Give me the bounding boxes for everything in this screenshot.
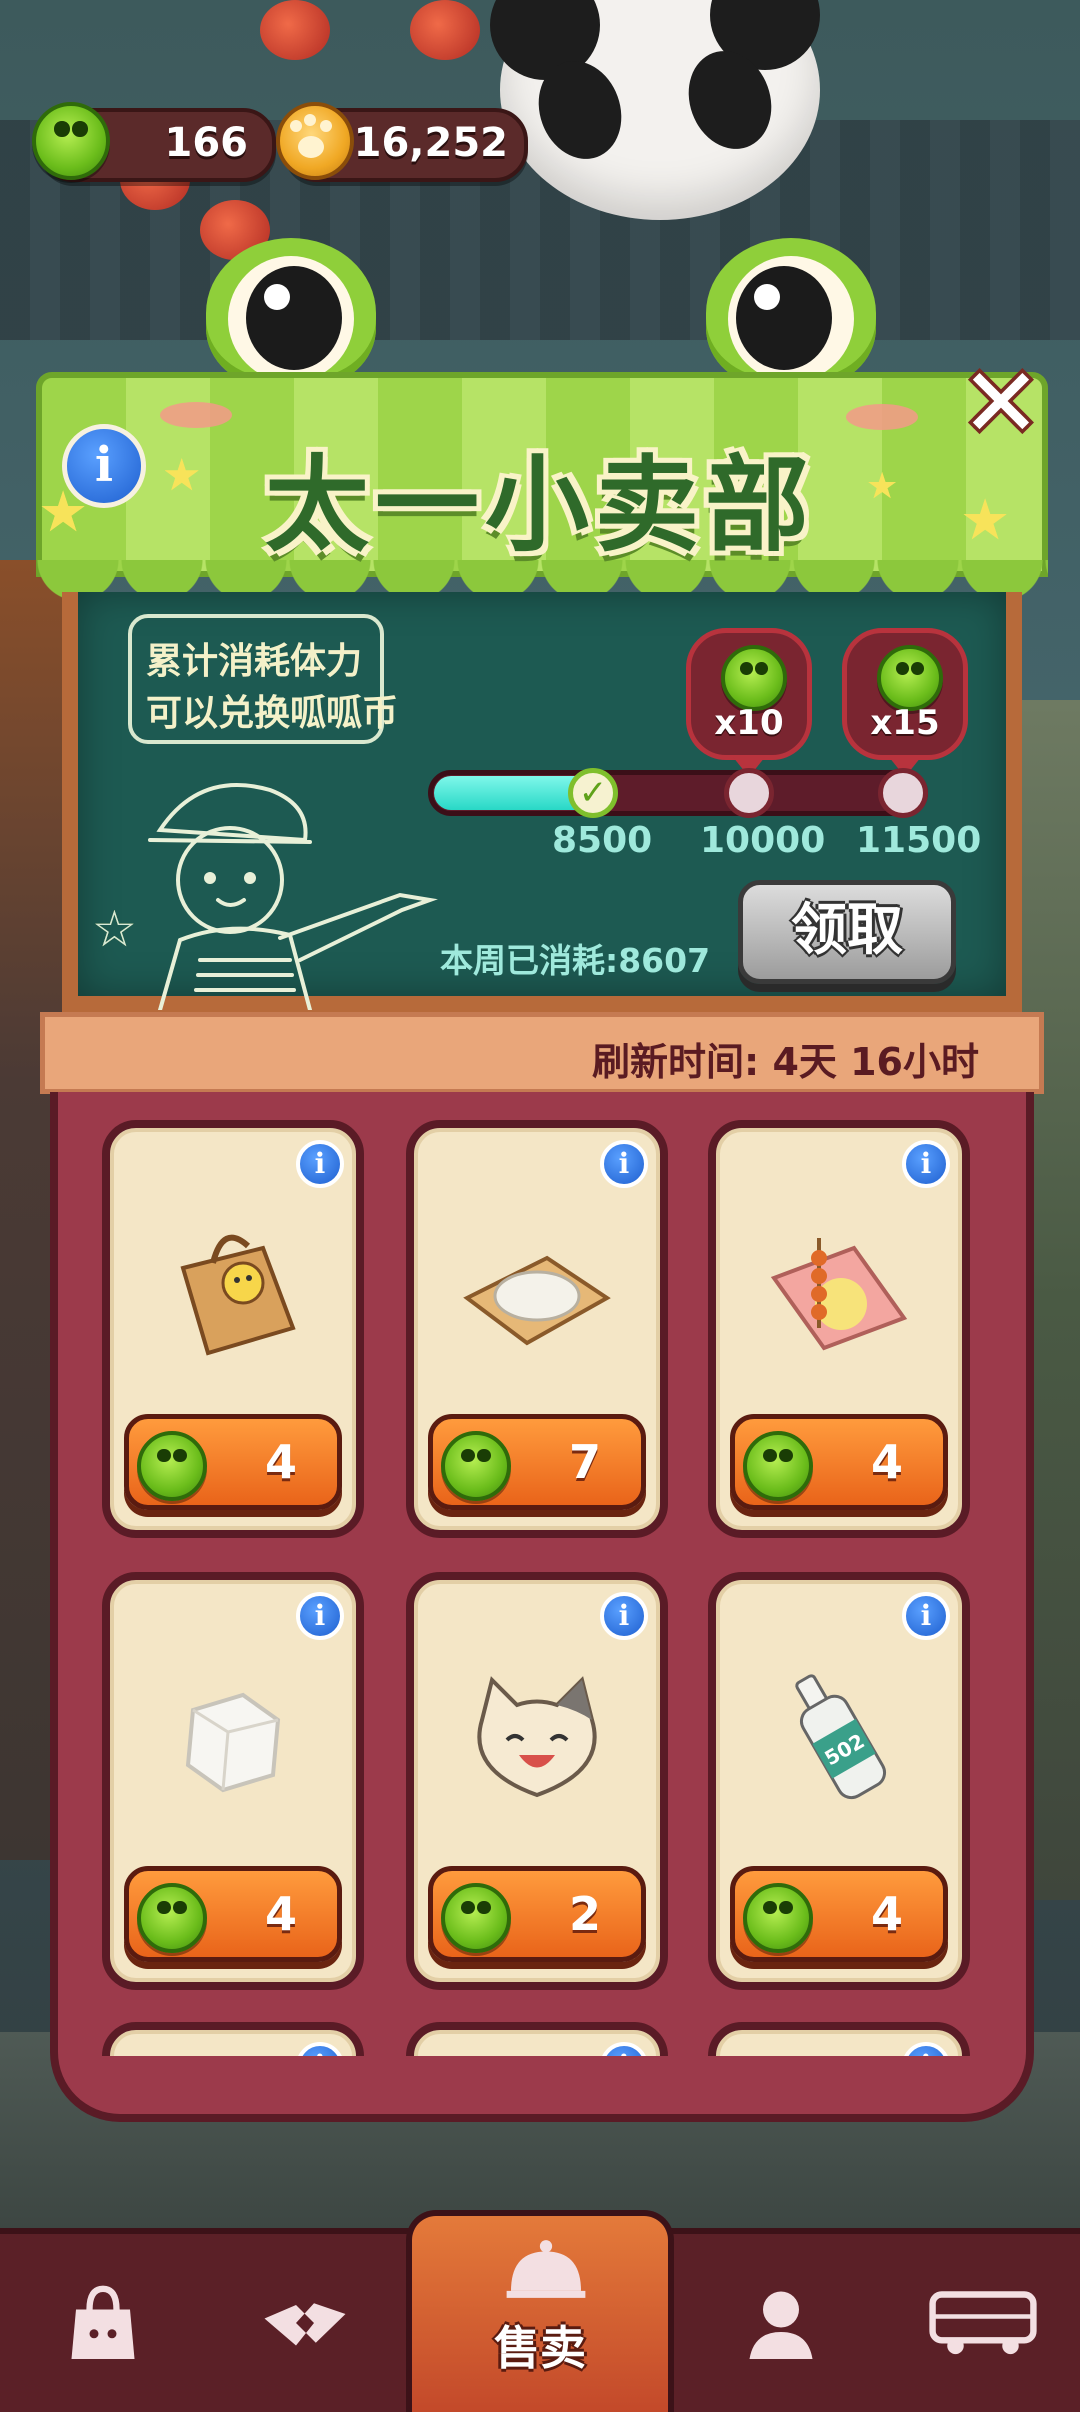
star-decoration: ★ [866, 466, 899, 507]
frog-coin-icon [137, 1883, 207, 1953]
item-price: 4 [870, 1887, 903, 1941]
item-card-sugar-cube[interactable]: i 4 [102, 1572, 364, 1990]
info-icon[interactable]: i [600, 1140, 648, 1188]
milestone-dot [878, 768, 928, 818]
item-price: 2 [568, 1887, 601, 1941]
item-card-cat-bun[interactable]: i 2 [406, 1572, 668, 1990]
nav-deal[interactable] [230, 2258, 380, 2388]
nav-bag[interactable] [28, 2258, 178, 2388]
refresh-time: 刷新时间: 4天 16小时 [592, 1040, 979, 1084]
refresh-bar: 刷新时间: 4天 16小时 [40, 1012, 1044, 1094]
price-button[interactable]: 4 [124, 1866, 342, 1962]
reward-amount: x15 [870, 703, 940, 743]
frog-coin-icon [137, 1431, 207, 1501]
chalk-boy-illustration [148, 783, 438, 1010]
star-decoration: ★ [162, 450, 202, 501]
milestone-dot [724, 768, 774, 818]
reward-bubble-15[interactable]: x15 [842, 628, 968, 777]
item-card-partial[interactable]: i [406, 2022, 668, 2056]
nav-bus[interactable] [908, 2258, 1058, 2388]
sell-bell-icon [506, 2240, 586, 2298]
glue-bottle-icon: 502 [795, 1674, 887, 1800]
item-price: 4 [870, 1435, 903, 1489]
week-consumed-text: 本周已消耗:8607 [440, 941, 711, 980]
price-button[interactable]: 4 [730, 1866, 948, 1962]
info-icon[interactable]: i [296, 2042, 344, 2056]
bag-icon [71, 2285, 135, 2359]
handshake-icon [264, 2303, 346, 2346]
frog-coin-icon [441, 1883, 511, 1953]
hint-text: 累计消耗体力 可以兑换呱呱币 [146, 636, 398, 740]
milestone-check-icon: ✓ [568, 768, 618, 818]
items-grid: i 4 i 7 i 4 i 4 i 2 i 502 4 [80, 1110, 1000, 2056]
person-icon [749, 2291, 813, 2359]
reward-bubble-10[interactable]: x10 [686, 628, 812, 777]
price-button[interactable]: 4 [124, 1414, 342, 1510]
frog-blush [160, 402, 232, 428]
paper-bag-icon [180, 1234, 296, 1356]
item-card-rice[interactable]: i 7 [406, 1120, 668, 1538]
hint-line-2: 可以兑换呱呱币 [146, 693, 399, 734]
paw-coin-count: 16,252 [353, 120, 508, 166]
skewer-on-paper-icon [770, 1238, 908, 1351]
claim-button[interactable]: 领取 [738, 880, 956, 984]
nav-sell-label: 售卖 [494, 2321, 586, 2375]
info-icon[interactable]: i [902, 2042, 950, 2056]
paw-coin-icon [276, 102, 354, 180]
item-price: 4 [264, 1887, 297, 1941]
milestone-label: 10000 [700, 820, 826, 861]
milestone-label: 11500 [856, 820, 982, 861]
bottom-nav: 售卖 [0, 2210, 1080, 2412]
info-icon[interactable]: i [600, 1592, 648, 1640]
info-icon[interactable]: i [296, 1140, 344, 1188]
info-icon[interactable]: i [902, 1140, 950, 1188]
rice-on-paper-icon [463, 1255, 611, 1346]
frog-coin-icon [743, 1883, 813, 1953]
item-card-skewer[interactable]: i 4 [708, 1120, 970, 1538]
item-card-glue[interactable]: i 502 4 [708, 1572, 970, 1990]
sugar-cube-icon [185, 1692, 281, 1793]
star-decoration: ☆ [92, 900, 137, 958]
item-card-partial[interactable]: i [708, 2022, 970, 2056]
shop-title: 太一小卖部 [264, 444, 815, 566]
milestone-label: 8500 [552, 820, 653, 861]
item-card-partial[interactable]: i [102, 2022, 364, 2056]
hint-line-1: 累计消耗体力 [146, 641, 363, 682]
lantern [410, 0, 480, 60]
lantern [260, 0, 330, 60]
price-button[interactable]: 4 [730, 1414, 948, 1510]
frog-coin-icon [743, 1431, 813, 1501]
frog-coin-count: 166 [164, 120, 249, 166]
frog-blush [846, 404, 918, 430]
frog-coin-icon [32, 102, 110, 180]
item-price: 7 [568, 1435, 601, 1489]
info-icon[interactable]: i [62, 424, 146, 508]
cat-face-bun-icon [477, 1676, 597, 1798]
bus-icon [929, 2291, 1037, 2355]
info-icon[interactable]: i [600, 2042, 648, 2056]
item-card-paper-bag[interactable]: i 4 [102, 1120, 364, 1538]
frog-coin-icon [877, 645, 943, 711]
nav-person[interactable] [706, 2258, 856, 2388]
item-price: 4 [264, 1435, 297, 1489]
close-icon[interactable]: ✕ [956, 355, 1046, 451]
frog-coin-icon [721, 645, 787, 711]
nav-sell-active[interactable]: 售卖 [406, 2210, 674, 2412]
frog-eye-right [706, 238, 876, 388]
frog-eye-left [206, 238, 376, 388]
frog-coin-icon [441, 1431, 511, 1501]
star-decoration: ★ [960, 488, 1011, 553]
reward-amount: x10 [714, 703, 784, 743]
price-button[interactable]: 2 [428, 1866, 646, 1962]
info-icon[interactable]: i [296, 1592, 344, 1640]
price-button[interactable]: 7 [428, 1414, 646, 1510]
info-icon[interactable]: i [902, 1592, 950, 1640]
